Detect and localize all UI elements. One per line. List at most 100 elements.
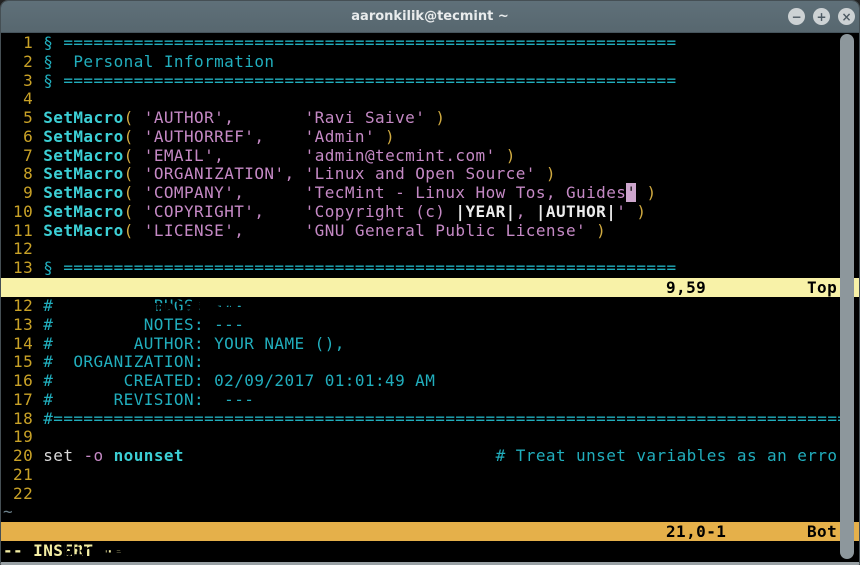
code-segment: 'TecMint - Linux How Tos, Guides: [305, 183, 627, 202]
code-segment: 'GNU General Public License': [305, 221, 586, 240]
line-number: 1: [3, 33, 43, 52]
line-number: 13: [3, 258, 43, 277]
code-segment: (: [124, 183, 144, 202]
line-number: 22: [3, 484, 43, 503]
code-segment: ): [496, 146, 516, 165]
code-segment: 'admin@tecmint.com': [305, 146, 496, 165]
code-segment: [184, 446, 496, 465]
code-segment: 'Linux and Open Source': [305, 164, 536, 183]
editor-line[interactable]: 12: [3, 240, 859, 259]
editor-line[interactable]: 19: [3, 428, 859, 447]
code-segment: [264, 127, 304, 146]
code-segment: (: [124, 127, 144, 146]
editor-line[interactable]: 18 #====================================…: [3, 410, 859, 429]
code-segment: (: [124, 202, 144, 221]
titlebar[interactable]: aaronkilik@tecmint ~ − + ×: [1, 1, 859, 33]
editor-line[interactable]: 4: [3, 90, 859, 109]
code-segment: ,: [516, 202, 536, 221]
minimize-button[interactable]: −: [788, 8, 805, 25]
code-segment: ): [636, 183, 656, 202]
editor-line[interactable]: 17 # REVISION: ---: [3, 391, 859, 410]
editor-line[interactable]: ~: [3, 503, 859, 522]
code-segment: ): [626, 202, 646, 221]
editor-line[interactable]: 22: [3, 485, 859, 504]
code-segment: -o: [83, 446, 113, 465]
editor-line[interactable]: 6 SetMacro( 'AUTHORREF', 'Admin' ): [3, 128, 859, 147]
close-button[interactable]: ×: [838, 8, 855, 25]
statusline-top-position: Top: [807, 278, 837, 297]
code-segment: 'COMPANY',: [144, 183, 245, 202]
code-segment: # ORGANIZATION:: [43, 352, 204, 371]
code-segment: § ======================================…: [43, 33, 676, 52]
code-segment: [234, 108, 304, 127]
editor-line[interactable]: 11 SetMacro( 'LICENSE', 'GNU General Pub…: [3, 222, 859, 241]
editor-line[interactable]: 10 SetMacro( 'COPYRIGHT', 'Copyright (c)…: [3, 203, 859, 222]
editor-line[interactable]: 7 SetMacro( 'EMAIL', 'admin@tecmint.com'…: [3, 147, 859, 166]
code-segment: ~: [3, 502, 13, 521]
editor-line[interactable]: 3 § ====================================…: [3, 72, 859, 91]
vim-top-pane[interactable]: 1 § ====================================…: [1, 33, 859, 278]
vim-statusline-top: ~/.vim/templates/personal.templates [+] …: [1, 278, 859, 297]
code-segment: 'LICENSE',: [144, 221, 245, 240]
code-segment: ): [536, 164, 556, 183]
line-number: 18: [3, 409, 43, 428]
code-segment: § ======================================…: [43, 258, 676, 277]
code-segment: |AUTHOR|: [536, 202, 616, 221]
maximize-button[interactable]: +: [813, 8, 830, 25]
code-segment: 'Copyright (c): [305, 202, 456, 221]
code-segment: [224, 146, 304, 165]
code-segment: 'Ravi Saive': [305, 108, 426, 127]
code-segment: SetMacro: [43, 221, 123, 240]
editor-line[interactable]: 9 SetMacro( 'COMPANY', 'TecMint - Linux …: [3, 184, 859, 203]
line-number: 4: [3, 89, 43, 108]
code-segment: nounset: [114, 446, 184, 465]
code-segment: SetMacro: [43, 164, 123, 183]
code-segment: #=======================================…: [43, 409, 847, 428]
code-segment: § Personal Information: [43, 52, 274, 71]
code-segment: [295, 164, 305, 183]
statusline-bottom-ruler: 21,0-1: [666, 522, 726, 541]
editor-line[interactable]: 13 § ===================================…: [3, 259, 859, 278]
code-segment: [244, 183, 304, 202]
statusline-top-ruler: 9,59: [666, 278, 706, 297]
statusline-top-filename: ~/.vim/templates/personal.templates [+]: [63, 297, 455, 316]
window-controls: − + ×: [788, 8, 855, 25]
code-segment: # AUTHOR: YOUR NAME (),: [43, 334, 345, 353]
code-segment: SetMacro: [43, 202, 123, 221]
code-segment: 'ORGANIZATION',: [144, 164, 295, 183]
code-segment: 'COPYRIGHT',: [144, 202, 265, 221]
code-segment: 'AUTHOR',: [144, 108, 234, 127]
code-segment: § ======================================…: [43, 71, 676, 90]
statusline-bottom-filename: bin/test.sh: [63, 541, 174, 560]
code-segment: ): [586, 221, 606, 240]
code-segment: |YEAR|: [455, 202, 515, 221]
code-segment: (: [124, 221, 144, 240]
code-segment: (: [124, 108, 144, 127]
editor-line[interactable]: 20 set -o nounset # Treat unset variable…: [3, 447, 859, 466]
line-number: 9: [3, 183, 43, 202]
code-segment: # REVISION: ---: [43, 390, 254, 409]
scrollbar-thumb[interactable]: [840, 34, 854, 559]
code-segment: (: [124, 146, 144, 165]
window-title: aaronkilik@tecmint ~: [351, 9, 508, 24]
editor-line[interactable]: 15 # ORGANIZATION:: [3, 353, 859, 372]
terminal-window: aaronkilik@tecmint ~ − + × 1 § =========…: [0, 0, 860, 565]
code-segment: ): [375, 127, 395, 146]
line-number: 21: [3, 465, 43, 484]
editor-line[interactable]: 13 # NOTES: ---: [3, 316, 859, 335]
editor-line[interactable]: 1 § ====================================…: [3, 34, 859, 53]
editor-line[interactable]: 5 SetMacro( 'AUTHOR', 'Ravi Saive' ): [3, 109, 859, 128]
vim-bottom-pane[interactable]: 12 # BUGS: --- 13 # NOTES: --- 14 # AUTH…: [1, 297, 859, 522]
editor-line[interactable]: 21: [3, 466, 859, 485]
line-number: 17: [3, 390, 43, 409]
editor-line[interactable]: 8 SetMacro( 'ORGANIZATION', 'Linux and O…: [3, 165, 859, 184]
editor-line[interactable]: 16 # CREATED: 02/09/2017 01:01:49 AM: [3, 372, 859, 391]
line-number: 11: [3, 221, 43, 240]
code-segment: SetMacro: [43, 146, 123, 165]
editor-line[interactable]: 14 # AUTHOR: YOUR NAME (),: [3, 335, 859, 354]
editor-line[interactable]: 2 § Personal Information: [3, 53, 859, 72]
code-segment: # CREATED: 02/09/2017 01:01:49 AM: [43, 371, 435, 390]
code-segment: SetMacro: [43, 183, 123, 202]
vim-statusline-bottom: bin/test.sh 21,0-1 Bot: [1, 522, 859, 541]
vim-cursor: ': [626, 183, 636, 202]
